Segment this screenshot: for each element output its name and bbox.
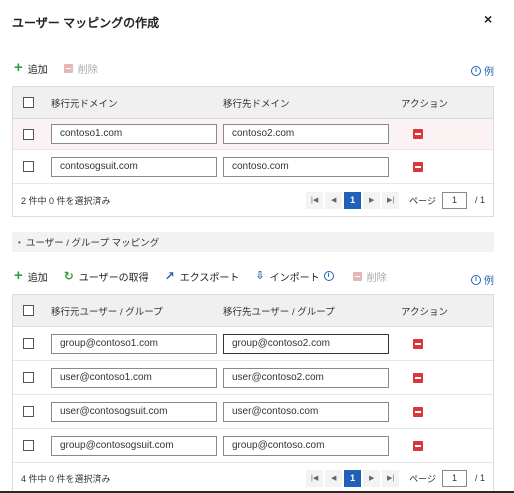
source-user-field[interactable]: group@contoso1.com	[51, 333, 217, 354]
delete-row-icon[interactable]	[413, 406, 423, 417]
user-grid: 移行元ユーザー / グループ 移行先ユーザー / グループ アクション grou…	[12, 294, 494, 493]
table-row: contosogsuit.com contoso.com	[13, 150, 493, 184]
delete-icon	[63, 63, 73, 73]
source-user-field[interactable]: group@contosogsuit.com	[51, 435, 217, 456]
row-checkbox[interactable]	[22, 406, 34, 417]
import-info-icon[interactable]: i	[323, 271, 334, 281]
delete-row-icon[interactable]	[413, 440, 423, 451]
user-grid-header: 移行元ユーザー / グループ 移行先ユーザー / グループ アクション	[13, 295, 493, 327]
page-label: ページ	[409, 195, 436, 206]
user-pager: |◀ ◀ 1 ▶ ▶| ページ 1 / 1	[304, 469, 485, 487]
refresh-icon: ↻	[63, 269, 74, 283]
next-page-icon[interactable]: ▶	[363, 191, 381, 209]
source-user-field[interactable]: user@contosogsuit.com	[51, 401, 217, 422]
user-grid-footer: 4 件中 0 件を選択済み |◀ ◀ 1 ▶ ▶| ページ 1 / 1	[13, 463, 493, 493]
row-checkbox[interactable]	[22, 128, 34, 140]
info-icon: i	[471, 65, 481, 76]
close-icon[interactable]: ×	[484, 11, 492, 27]
add-domain-label: 追加	[27, 64, 48, 76]
delete-icon	[352, 271, 362, 281]
target-user-field[interactable]: user@contoso.com	[223, 401, 389, 422]
last-page-icon[interactable]: ▶|	[382, 191, 400, 209]
plus-icon: +	[14, 58, 23, 76]
row-checkbox[interactable]	[22, 161, 34, 172]
user-group-mapping-section: • ユーザー / グループ マッピング	[12, 232, 494, 252]
import-icon: ⇩	[255, 269, 265, 282]
import-label: インポート	[269, 272, 320, 284]
current-page-button[interactable]: 1	[344, 469, 362, 487]
selection-status: 2 件中 0 件を選択済み	[21, 195, 111, 206]
row-checkbox[interactable]	[22, 372, 34, 383]
first-page-icon[interactable]: |◀	[306, 191, 324, 209]
fetch-users-label: ユーザーの取得	[78, 272, 149, 284]
column-header-action: アクション	[401, 98, 449, 110]
delete-row-icon[interactable]	[413, 372, 423, 383]
delete-user-button[interactable]: 削除	[352, 269, 387, 284]
page-label: ページ	[409, 473, 436, 484]
domain-pager: |◀ ◀ 1 ▶ ▶| ページ 1 / 1	[304, 191, 485, 209]
target-domain-field[interactable]: contoso.com	[223, 156, 389, 177]
source-user-field[interactable]: user@contoso1.com	[51, 367, 217, 388]
export-icon: ↗	[164, 269, 175, 283]
column-header-source-domain[interactable]: 移行元ドメイン	[43, 96, 219, 110]
source-domain-field[interactable]: contosogsuit.com	[51, 156, 217, 177]
column-header-target-domain[interactable]: 移行先ドメイン	[219, 96, 395, 110]
delete-row-icon[interactable]	[413, 161, 423, 172]
dialog-title: ユーザー マッピングの作成	[12, 16, 160, 30]
column-header-action: アクション	[401, 306, 449, 318]
select-all-checkbox[interactable]	[22, 97, 34, 108]
domain-grid-header: 移行元ドメイン 移行先ドメイン アクション	[13, 87, 493, 119]
prev-page-icon[interactable]: ◀	[325, 469, 343, 487]
delete-user-label: 削除	[366, 272, 387, 284]
first-page-icon[interactable]: |◀	[306, 469, 324, 487]
last-page-icon[interactable]: ▶|	[382, 469, 400, 487]
target-user-field[interactable]: group@contoso.com	[223, 435, 389, 456]
selection-status: 4 件中 0 件を選択済み	[21, 473, 111, 484]
page-total: / 1	[474, 473, 485, 483]
user-example-link[interactable]: i 例	[471, 272, 494, 287]
delete-domain-label: 削除	[77, 64, 98, 76]
bullet-icon: •	[18, 237, 21, 247]
row-checkbox[interactable]	[22, 338, 34, 349]
import-button[interactable]: ⇩ インポート i	[255, 269, 336, 284]
page-number-input[interactable]: 1	[441, 191, 467, 209]
source-domain-field[interactable]: contoso1.com	[51, 124, 217, 144]
table-row: user@contosogsuit.com user@contoso.com	[13, 395, 493, 429]
add-user-button[interactable]: + 追加	[14, 266, 48, 284]
column-header-source-user[interactable]: 移行元ユーザー / グループ	[43, 304, 219, 318]
delete-row-icon[interactable]	[413, 338, 423, 349]
delete-domain-button[interactable]: 削除	[63, 61, 98, 76]
row-checkbox[interactable]	[22, 440, 34, 451]
info-icon: i	[471, 274, 481, 285]
select-all-checkbox[interactable]	[22, 305, 34, 316]
domain-grid: 移行元ドメイン 移行先ドメイン アクション contoso1.com conto…	[12, 86, 494, 217]
domain-toolbar: + 追加 削除	[14, 60, 114, 76]
current-page-button[interactable]: 1	[344, 191, 362, 209]
target-user-field[interactable]: group@contoso2.com	[223, 333, 389, 354]
add-domain-button[interactable]: + 追加	[14, 58, 48, 76]
plus-icon: +	[14, 266, 23, 284]
table-row: group@contoso1.com group@contoso2.com	[13, 327, 493, 361]
add-user-label: 追加	[27, 272, 48, 284]
fetch-users-button[interactable]: ↻ ユーザーの取得	[64, 269, 149, 284]
table-row: contoso1.com contoso2.com	[13, 119, 493, 150]
export-button[interactable]: ↗ エクスポート	[165, 269, 240, 284]
page-total: / 1	[474, 195, 485, 205]
domain-example-link[interactable]: i 例	[471, 63, 494, 78]
user-example-label: 例	[484, 276, 494, 287]
target-user-field[interactable]: user@contoso2.com	[223, 367, 389, 388]
table-row: user@contoso1.com user@contoso2.com	[13, 361, 493, 395]
prev-page-icon[interactable]: ◀	[325, 191, 343, 209]
domain-grid-footer: 2 件中 0 件を選択済み |◀ ◀ 1 ▶ ▶| ページ 1 / 1	[13, 184, 493, 216]
domain-example-label: 例	[484, 67, 494, 78]
column-header-target-user[interactable]: 移行先ユーザー / グループ	[219, 304, 395, 318]
section-title: ユーザー / グループ マッピング	[25, 238, 160, 249]
export-label: エクスポート	[179, 272, 240, 284]
next-page-icon[interactable]: ▶	[363, 469, 381, 487]
delete-row-icon[interactable]	[413, 129, 423, 139]
target-domain-field[interactable]: contoso2.com	[223, 124, 389, 144]
page-number-input[interactable]: 1	[441, 469, 467, 487]
user-toolbar: + 追加 ↻ ユーザーの取得 ↗ エクスポート ⇩ インポート i 削除	[14, 268, 403, 284]
table-row: group@contosogsuit.com group@contoso.com	[13, 429, 493, 463]
